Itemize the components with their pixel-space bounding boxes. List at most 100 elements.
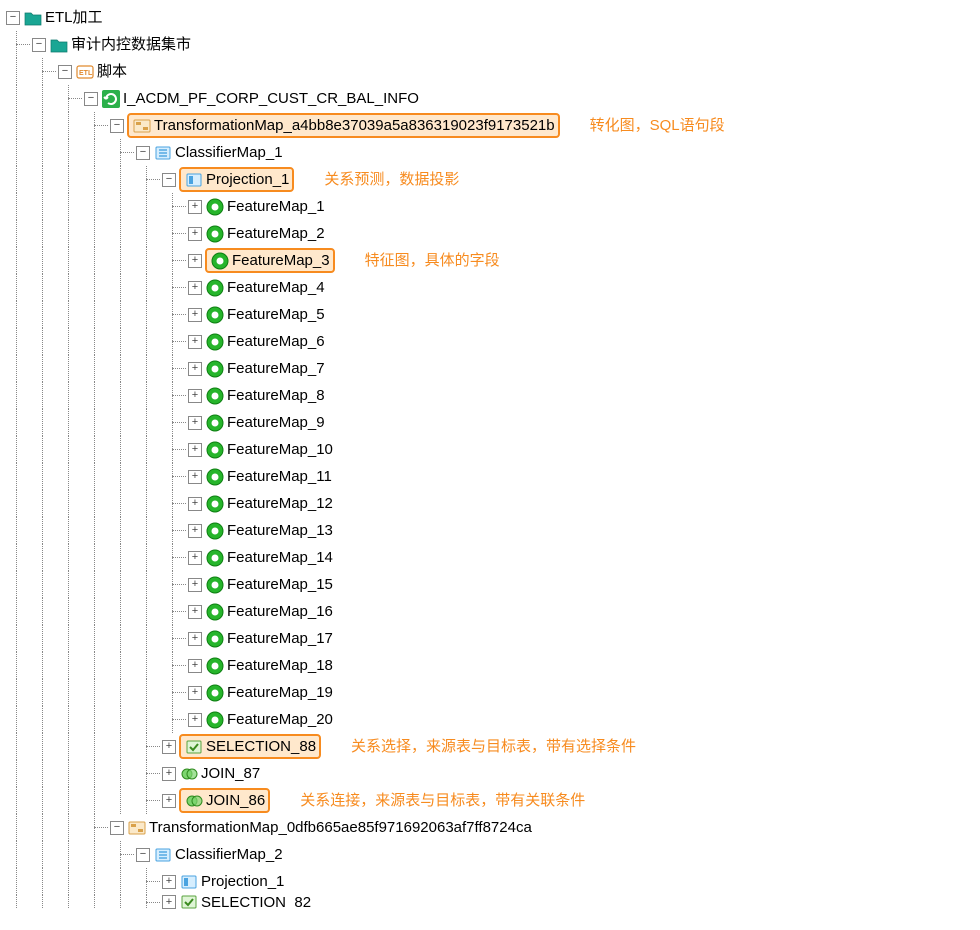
tree-label: FeatureMap_6: [227, 331, 325, 352]
feature-icon: [205, 603, 225, 621]
tree-item[interactable]: − 审计内控数据集市: [6, 31, 974, 58]
expander-icon[interactable]: +: [162, 767, 176, 781]
expander-icon[interactable]: −: [58, 65, 72, 79]
tree-item-root[interactable]: − ETL加工: [6, 4, 974, 31]
tree-item-featuremap[interactable]: +FeatureMap_15: [6, 571, 974, 598]
feature-icon: [205, 279, 225, 297]
expander-icon[interactable]: −: [162, 173, 176, 187]
tree-item-featuremap[interactable]: + FeatureMap_16: [6, 598, 974, 625]
tree-label: FeatureMap_9: [227, 412, 325, 433]
tree-item-classifier[interactable]: − ClassifierMap_1: [6, 139, 974, 166]
expander-icon[interactable]: +: [162, 740, 176, 754]
tree-item-featuremap[interactable]: +FeatureMap_17: [6, 625, 974, 652]
expander-icon[interactable]: +: [188, 659, 202, 673]
tree-label: FeatureMap_1: [227, 196, 325, 217]
etl-icon: [75, 63, 95, 81]
expander-icon[interactable]: +: [188, 254, 202, 268]
tree-item[interactable]: − 脚本: [6, 58, 974, 85]
expander-icon[interactable]: +: [188, 605, 202, 619]
feature-icon: [205, 468, 225, 486]
tree-item-featuremap[interactable]: +FeatureMap_11: [6, 463, 974, 490]
tree-item-featuremap[interactable]: +FeatureMap_5: [6, 301, 974, 328]
classifier-icon: [153, 144, 173, 162]
expander-icon[interactable]: +: [188, 713, 202, 727]
feature-icon: [205, 522, 225, 540]
tree-item-join[interactable]: + JOIN_86 关系连接，来源表与目标表，带有关联条件: [6, 787, 974, 814]
feature-icon: [205, 414, 225, 432]
annotation-text: 关系选择，来源表与目标表，带有选择条件: [351, 736, 636, 757]
feature-icon: [210, 252, 230, 270]
expander-icon[interactable]: +: [188, 389, 202, 403]
expander-icon[interactable]: +: [188, 551, 202, 565]
expander-icon[interactable]: +: [188, 416, 202, 430]
expander-icon[interactable]: +: [188, 632, 202, 646]
expander-icon[interactable]: +: [162, 875, 176, 889]
tree-item-selection[interactable]: + SELECTION_82: [6, 895, 974, 909]
expander-icon[interactable]: +: [188, 281, 202, 295]
tree-item-selection[interactable]: + SELECTION_88 关系选择，来源表与目标表，带有选择条件: [6, 733, 974, 760]
expander-icon[interactable]: −: [110, 119, 124, 133]
tree-item-featuremap[interactable]: +FeatureMap_14: [6, 544, 974, 571]
tree-item-featuremap[interactable]: + FeatureMap_10: [6, 436, 974, 463]
join-icon: [184, 792, 204, 810]
tree-label: SELECTION_88: [206, 736, 316, 757]
tree-item-featuremap[interactable]: + FeatureMap_4: [6, 274, 974, 301]
tree-item-featuremap[interactable]: +FeatureMap_18: [6, 652, 974, 679]
expander-icon[interactable]: +: [188, 308, 202, 322]
expander-icon[interactable]: −: [84, 92, 98, 106]
refresh-icon: [101, 90, 121, 108]
tree-item-featuremap[interactable]: +FeatureMap_13: [6, 517, 974, 544]
tree-item-featuremap[interactable]: + FeatureMap_19: [6, 679, 974, 706]
tree-label: FeatureMap_16: [227, 601, 333, 622]
highlight-box: JOIN_86: [179, 788, 270, 813]
expander-icon[interactable]: −: [136, 848, 150, 862]
expander-icon[interactable]: −: [136, 146, 150, 160]
expander-icon[interactable]: +: [188, 470, 202, 484]
tree-label: FeatureMap_19: [227, 682, 333, 703]
tree-item-projection[interactable]: − Projection_1 关系预测，数据投影: [6, 166, 974, 193]
expander-icon[interactable]: +: [188, 686, 202, 700]
tree-item-featuremap[interactable]: + FeatureMap_1: [6, 193, 974, 220]
tree-item-classifier[interactable]: − ClassifierMap_2: [6, 841, 974, 868]
expander-icon[interactable]: +: [188, 200, 202, 214]
tree-item-featuremap[interactable]: + FeatureMap_9: [6, 409, 974, 436]
feature-icon: [205, 225, 225, 243]
feature-icon: [205, 549, 225, 567]
tree-item[interactable]: − I_ACDM_PF_CORP_CUST_CR_BAL_INFO: [6, 85, 974, 112]
tree-item-projection[interactable]: + Projection_1: [6, 868, 974, 895]
expander-icon[interactable]: −: [6, 11, 20, 25]
tree-item-featuremap[interactable]: + FeatureMap_8: [6, 382, 974, 409]
expander-icon[interactable]: +: [188, 497, 202, 511]
expander-icon[interactable]: +: [162, 794, 176, 808]
expander-icon[interactable]: +: [162, 895, 176, 909]
tree-label: Projection_1: [206, 169, 289, 190]
highlight-box: SELECTION_88: [179, 734, 321, 759]
folder-icon: [23, 9, 43, 27]
tree-label: 脚本: [97, 61, 127, 82]
expander-icon[interactable]: +: [188, 443, 202, 457]
tree-item-featuremap[interactable]: + FeatureMap_6: [6, 328, 974, 355]
expander-icon[interactable]: −: [32, 38, 46, 52]
tree-item-transformation-map[interactable]: − TransformationMap_0dfb665ae85f97169206…: [6, 814, 974, 841]
tree-label: FeatureMap_10: [227, 439, 333, 460]
tree-label: SELECTION_82: [201, 895, 311, 909]
tree-item-featuremap[interactable]: +FeatureMap_20: [6, 706, 974, 733]
expander-icon[interactable]: +: [188, 524, 202, 538]
expander-icon[interactable]: +: [188, 335, 202, 349]
tree-item-featuremap[interactable]: +FeatureMap_12: [6, 490, 974, 517]
tree-item-transformation-map[interactable]: − TransformationMap_a4bb8e37039a5a836319…: [6, 112, 974, 139]
tree-item-featuremap[interactable]: +FeatureMap_2: [6, 220, 974, 247]
selection-icon: [184, 738, 204, 756]
tree-label: I_ACDM_PF_CORP_CUST_CR_BAL_INFO: [123, 88, 419, 109]
annotation-text: 关系连接，来源表与目标表，带有关联条件: [300, 790, 585, 811]
tree-item-join[interactable]: + JOIN_87: [6, 760, 974, 787]
tree-item-featuremap[interactable]: +FeatureMap_7: [6, 355, 974, 382]
expander-icon[interactable]: +: [188, 227, 202, 241]
tree-label: FeatureMap_4: [227, 277, 325, 298]
tree-label: FeatureMap_8: [227, 385, 325, 406]
expander-icon[interactable]: −: [110, 821, 124, 835]
tree-item-featuremap[interactable]: +FeatureMap_3特征图，具体的字段: [6, 247, 974, 274]
expander-icon[interactable]: +: [188, 362, 202, 376]
expander-icon[interactable]: +: [188, 578, 202, 592]
tree-label: FeatureMap_3: [232, 250, 330, 271]
